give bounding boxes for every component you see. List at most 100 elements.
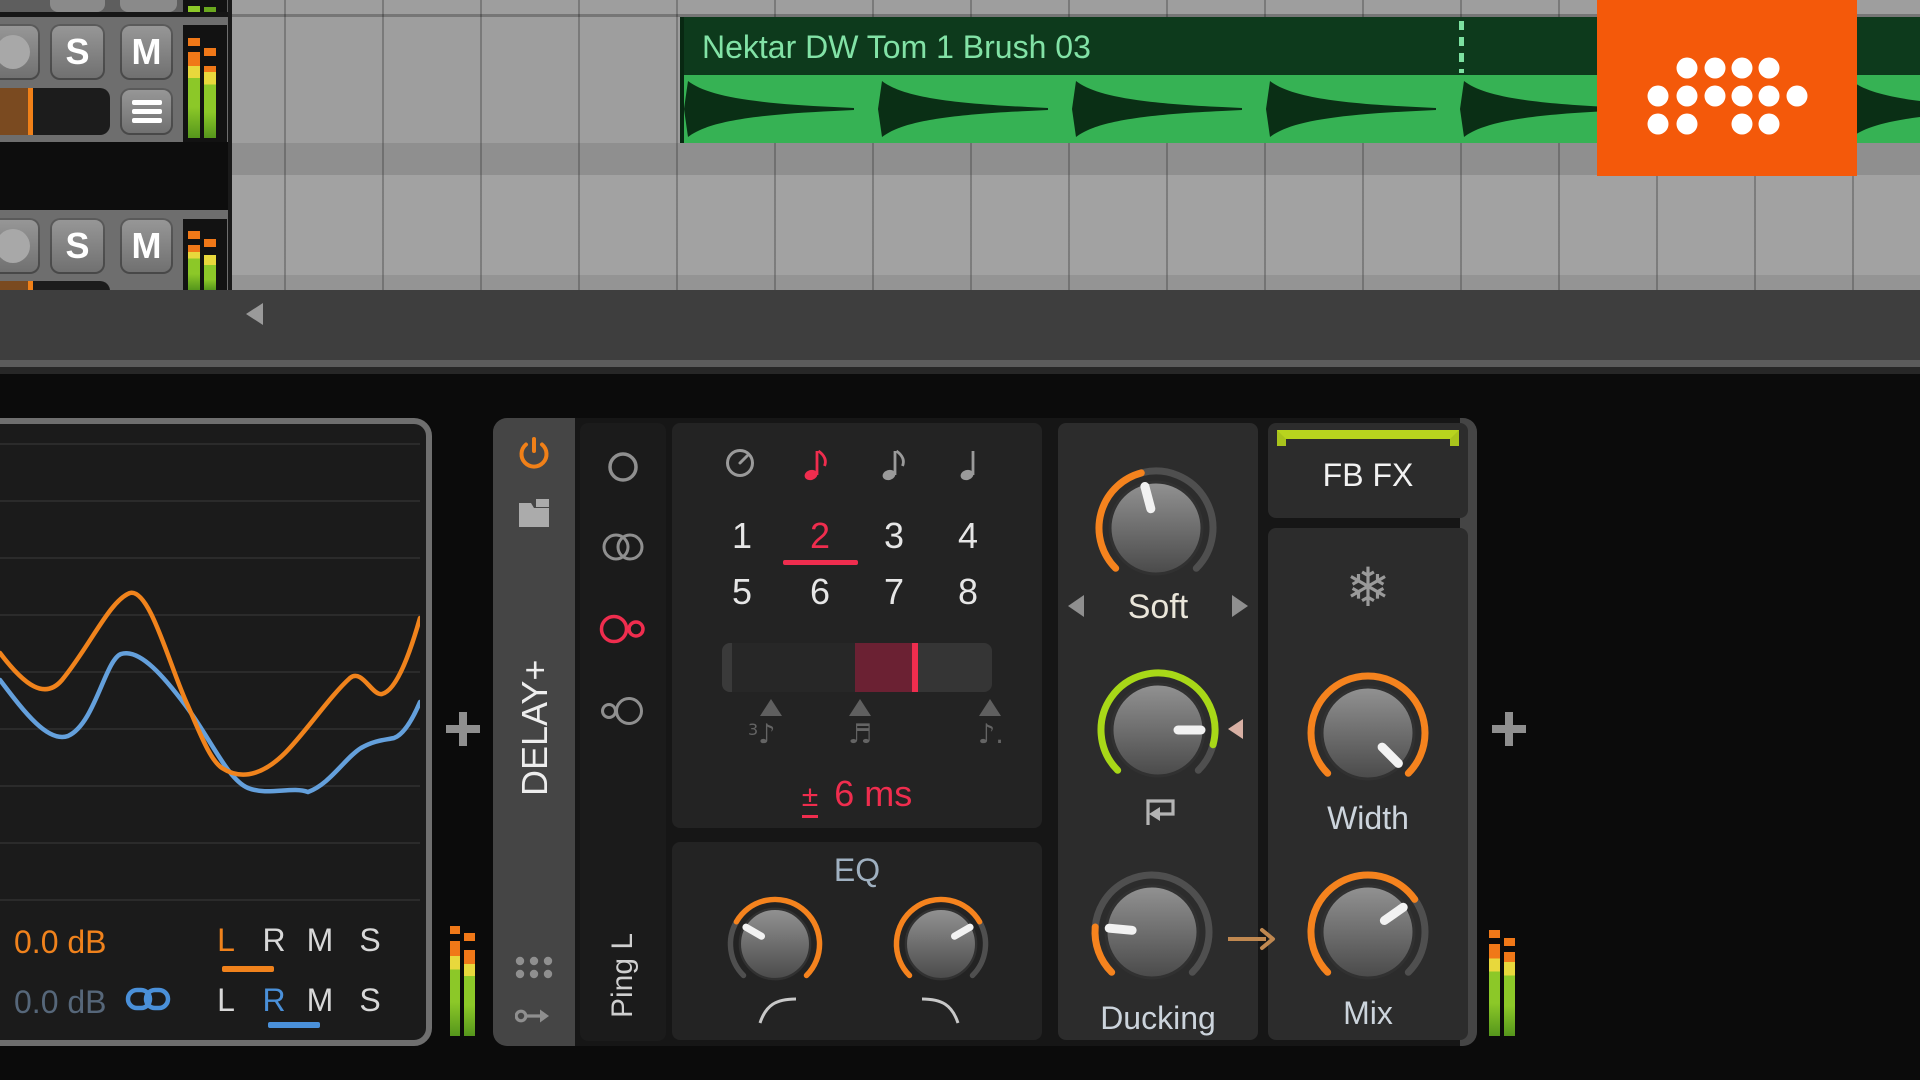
step-8[interactable]: 8	[941, 571, 995, 613]
step-5[interactable]: 5	[715, 571, 769, 613]
track-menu-button[interactable]	[120, 88, 173, 135]
plus-minus-icon[interactable]: ±	[801, 780, 819, 818]
mute-button[interactable]: M	[120, 24, 173, 80]
section-divider-shadow	[0, 367, 1920, 374]
channel-s-b[interactable]: S	[350, 982, 390, 1019]
eq-highpass-knob[interactable]	[725, 894, 825, 994]
horizontal-scrollbar[interactable]	[0, 290, 1920, 639]
repeat-icon[interactable]	[1137, 795, 1179, 829]
section-divider[interactable]	[0, 360, 1920, 367]
mode-stereo-icon[interactable]	[595, 519, 651, 575]
shape-selector[interactable]: Soft	[1058, 588, 1258, 627]
scope-panel: 0.0 dB 0.0 dB L R M S L R M S	[0, 418, 432, 1046]
channel-m-b[interactable]: M	[300, 982, 340, 1019]
timing-panel: 1 2 3 4 5 6 7 8 3♪ ♬ ♪. ± 6 ms	[672, 423, 1042, 828]
meter	[183, 0, 227, 12]
bitwig-logo	[1597, 0, 1857, 176]
device-title[interactable]: DELAY+	[507, 598, 563, 858]
offset-range-fill	[855, 643, 912, 692]
ducking-knob[interactable]	[1088, 868, 1216, 996]
note-eighth-icon[interactable]	[881, 443, 909, 483]
mix-knob[interactable]	[1304, 868, 1432, 996]
scope-display	[0, 443, 420, 901]
note-eighth-red-icon[interactable]	[803, 443, 831, 483]
record-arm-button[interactable]	[0, 24, 40, 80]
ducking-label: Ducking	[1100, 1000, 1216, 1036]
clock-icon[interactable]	[724, 447, 756, 479]
highpass-curve-icon	[758, 997, 797, 1024]
channel-l-b[interactable]: L	[206, 982, 246, 1019]
eq-panel: EQ	[672, 842, 1042, 1040]
fb-fx-header[interactable]: FB FX	[1268, 423, 1468, 518]
power-icon[interactable]	[516, 436, 552, 472]
delay-mode-label[interactable]: Ping L	[580, 903, 666, 1048]
mix-label: Mix	[1343, 995, 1393, 1031]
solo-button[interactable]: S	[50, 218, 105, 274]
add-device-button[interactable]	[1492, 712, 1526, 746]
width-knob[interactable]	[1304, 669, 1432, 797]
add-device-button[interactable]	[446, 712, 480, 746]
note-quarter-icon[interactable]	[959, 443, 987, 483]
feedback-knob[interactable]	[1094, 666, 1222, 794]
step-7[interactable]: 7	[867, 571, 921, 613]
eq-label: EQ	[833, 852, 881, 888]
fb-fx-label[interactable]: FB FX	[1268, 457, 1468, 494]
step-3[interactable]: 3	[867, 515, 921, 557]
selected-step-underline	[783, 560, 858, 565]
marker-triplet[interactable]	[760, 699, 782, 716]
gain-value-b[interactable]: 0.0 dB	[14, 984, 107, 1021]
link-icon[interactable]	[125, 986, 171, 1012]
channel-l-a[interactable]: L	[206, 922, 246, 959]
note-dotted-icon[interactable]: ♪.	[978, 719, 1004, 750]
offset-value[interactable]: 6 ms	[834, 773, 912, 815]
track-header-partial	[0, 0, 228, 12]
time-offset-slider[interactable]	[722, 643, 992, 692]
record-arm-button[interactable]	[0, 218, 40, 274]
device-header-strip[interactable]: DELAY+	[493, 418, 575, 1046]
drive-knob[interactable]	[1092, 464, 1220, 592]
step-1[interactable]: 1	[715, 515, 769, 557]
track-meter	[183, 219, 227, 290]
eq-lowpass-knob[interactable]	[891, 894, 991, 994]
note-sixteenth-icon[interactable]: ♬	[848, 719, 872, 750]
mode-mono-icon[interactable]	[595, 439, 651, 495]
offset-value-marker	[912, 643, 918, 692]
hamburger-icon	[131, 96, 162, 127]
freeze-snowflake-icon[interactable]: ❄	[1268, 556, 1468, 619]
scope-curve-orange	[0, 590, 420, 777]
clip-title[interactable]: Nektar DW Tom 1 Brush 03	[702, 29, 1091, 66]
channel-m-a[interactable]: M	[300, 922, 340, 959]
dots-grid-icon[interactable]	[515, 949, 553, 985]
marker-straight[interactable]	[849, 699, 871, 716]
key-arrow-icon[interactable]	[515, 998, 553, 1034]
mode-ping-pong-icon[interactable]	[595, 601, 651, 657]
marker-dotted[interactable]	[979, 699, 1001, 716]
note-triplet-icon[interactable]: 3♪	[748, 719, 775, 750]
scroll-left-icon[interactable]	[246, 303, 263, 325]
daw-window: Nektar DW Tom 1 Brush 03 S M S M 0.0 dB …	[0, 0, 1920, 1080]
track-fader[interactable]	[0, 281, 110, 290]
header-timeline-divider	[228, 0, 232, 290]
offset-readout[interactable]: ± 6 ms	[672, 773, 1042, 818]
channel-r-b[interactable]: R	[254, 982, 294, 1019]
mute-button[interactable]: M	[120, 218, 173, 274]
channel-s-a[interactable]: S	[350, 922, 390, 959]
mode-pong-ping-icon[interactable]	[595, 683, 651, 739]
device-meter-pair	[1489, 926, 1519, 1038]
solo-button[interactable]: S	[50, 24, 105, 80]
track-header-1[interactable]: S M	[0, 17, 228, 142]
mod-indicator-icon	[1228, 719, 1243, 739]
delay-mode-column: Ping L	[580, 423, 666, 1041]
preset-folder-icon[interactable]	[516, 496, 552, 532]
fb-fx-panel: ❄ Width Mix	[1268, 528, 1468, 1040]
step-2-selected[interactable]: 2	[793, 515, 847, 557]
gain-value-a[interactable]: 0.0 dB	[14, 924, 107, 961]
track-fader[interactable]	[0, 88, 110, 135]
step-4[interactable]: 4	[941, 515, 995, 557]
record-icon	[0, 229, 30, 263]
track-header-2[interactable]: S M	[0, 210, 228, 290]
channel-r-a[interactable]: R	[254, 922, 294, 959]
step-6[interactable]: 6	[793, 571, 847, 613]
routing-arrow-icon	[1228, 928, 1275, 950]
channel-b-underline	[268, 1022, 320, 1028]
